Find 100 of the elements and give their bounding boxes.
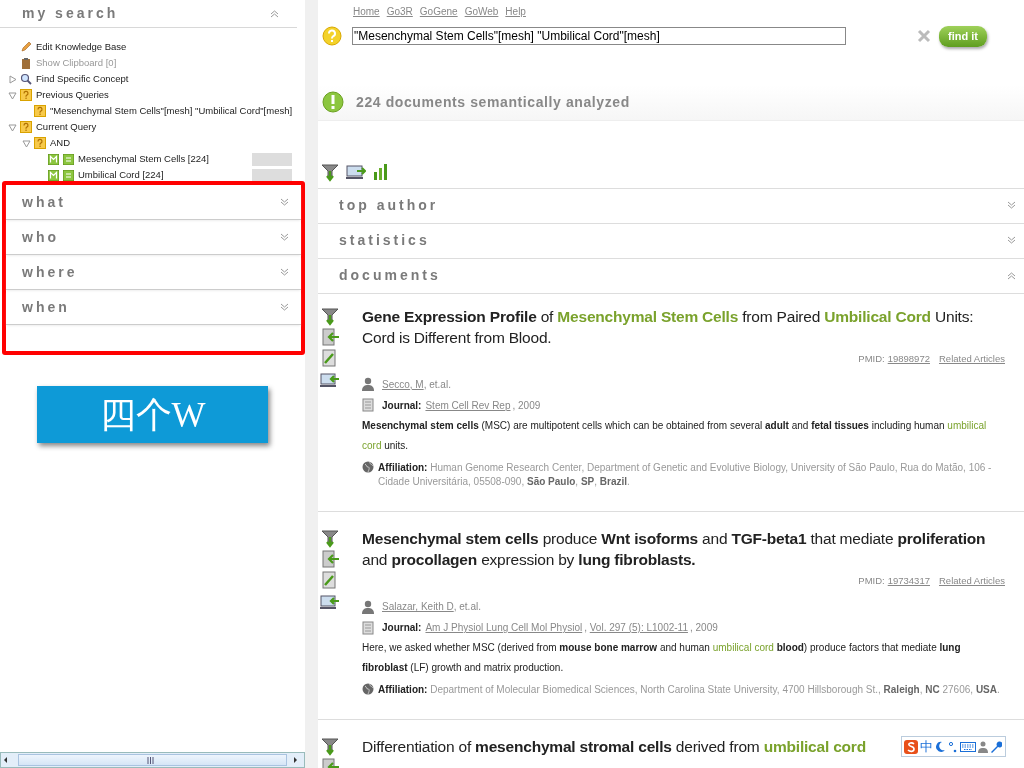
expand-icon[interactable] — [280, 267, 289, 277]
ime-toolbar[interactable]: 中 — [901, 736, 1006, 757]
person-icon — [362, 377, 374, 392]
nav-link[interactable]: GoWeb — [464, 4, 499, 19]
search-icon — [20, 73, 32, 85]
author-link[interactable]: Secco, M — [382, 378, 424, 390]
collapsed-icon[interactable] — [8, 74, 17, 84]
filter-icon[interactable] — [320, 527, 340, 548]
item-label: "Mesenchymal Stem Cells"[mesh] "Umbilical Cord"[mesh] — [50, 103, 293, 118]
concept-icon — [48, 169, 59, 181]
result-bar — [252, 152, 292, 166]
panel-header[interactable]: documents — [318, 258, 1024, 294]
expanded-icon[interactable] — [22, 138, 31, 148]
keyboard-icon[interactable] — [960, 740, 976, 753]
tree-item[interactable]: Previous Queries — [0, 87, 305, 103]
journal-link[interactable]: Stem Cell Rev Rep — [425, 399, 511, 411]
clipboard-icon[interactable] — [320, 326, 340, 347]
filter-icon[interactable] — [320, 305, 340, 326]
moon-icon[interactable] — [934, 740, 946, 753]
callout-label: 四个W — [37, 386, 268, 443]
search-field[interactable]: "Mesenchymal Stem Cells"[mesh] "Umbilical Cord"[mesh] — [352, 27, 846, 46]
nav-link[interactable]: Home — [353, 4, 380, 19]
tree-item[interactable]: Mesenchymal Stem Cells [224] — [0, 151, 305, 167]
nav-link[interactable]: Help — [505, 4, 526, 19]
author-suffix: , et.al. — [423, 378, 451, 390]
wrench-icon[interactable] — [990, 740, 1002, 753]
filter-icon[interactable] — [320, 736, 340, 756]
expanded-icon[interactable] — [8, 90, 17, 100]
pmid-label: PMID: — [858, 352, 885, 364]
question-icon — [34, 137, 46, 149]
section-title: when — [22, 297, 70, 317]
affiliation-text: Affiliation: Human Genome Research Center, Department of Genetic and Evolutive Biology, University of São Paulo, Rua do Matão, 106 - Cidade Universitária, 05508-090, São Paulo, SP, Brazil. — [378, 460, 993, 489]
document-icon — [362, 620, 374, 635]
section-header[interactable]: when — [6, 290, 301, 325]
document-title[interactable]: Gene Expression Profile of Mesenchymal Stem Cells from Paired Umbilical Cord Units: Cord is Different from Blood. — [362, 305, 1005, 348]
journal-label: Journal: — [382, 621, 422, 635]
panel-header[interactable]: top author — [318, 188, 1024, 224]
item-label: AND — [50, 135, 71, 150]
collapse-icon[interactable] — [1007, 271, 1016, 280]
section-title: who — [22, 227, 59, 247]
author-link[interactable]: Salazar, Keith D — [382, 601, 454, 612]
ime-logo-icon[interactable] — [904, 739, 918, 754]
journal-text: , — [584, 622, 588, 633]
section-title: where — [22, 262, 78, 282]
expanded-icon[interactable] — [8, 122, 17, 132]
nav-link[interactable]: Go3R — [386, 4, 413, 19]
journal-text: , 2009 — [689, 622, 718, 633]
scrollbar[interactable] — [0, 752, 305, 768]
tree-item[interactable]: Find Specific Concept — [0, 71, 305, 87]
status-text: 224 documents semantically analyzed — [356, 92, 630, 112]
globe-icon — [362, 460, 374, 473]
journal-link[interactable]: Vol. 297 (5): L1002-11 — [589, 622, 688, 633]
expand-icon[interactable] — [280, 302, 289, 312]
panel-header[interactable]: statistics — [318, 223, 1024, 259]
item-label: Mesenchymal Stem Cells [224] — [78, 151, 209, 166]
collapse-icon[interactable] — [270, 9, 279, 18]
tree-item[interactable]: Umbilical Cord [224] — [0, 167, 305, 181]
person-icon — [362, 599, 374, 614]
person-icon[interactable] — [978, 740, 988, 753]
globe-icon — [362, 683, 374, 695]
section-header[interactable]: who — [6, 220, 301, 255]
item-label: Current Query — [36, 119, 97, 134]
pmid-link[interactable]: 19898972 — [887, 352, 930, 364]
panel-title: statistics — [339, 231, 430, 250]
item-label: Edit Knowledge Base — [36, 39, 127, 54]
filter-icon[interactable] — [320, 161, 340, 182]
pmid-link[interactable]: 19734317 — [887, 574, 930, 586]
input-mode-label[interactable]: 中 — [920, 740, 933, 753]
affiliation-text: Affiliation: Department of Molecular Biomedical Sciences, North Carolina State University, 4700 Hillsborough St., Raleigh, NC 27606, USA. — [378, 683, 1000, 697]
info-icon — [322, 91, 344, 113]
nav-link[interactable]: GoGene — [419, 4, 458, 19]
clipboard-icon[interactable] — [320, 548, 340, 569]
result-bar — [252, 168, 292, 181]
pmid-label: PMID: — [858, 574, 885, 586]
find-button[interactable]: find it — [939, 26, 987, 47]
related-link[interactable]: Related Articles — [939, 352, 1005, 364]
journal-link[interactable]: Am J Physiol Lung Cell Mol Physiol — [425, 622, 583, 633]
tree-item[interactable]: Current Query — [0, 119, 305, 135]
concept-icon — [48, 153, 59, 165]
item-label: Find Specific Concept — [36, 71, 129, 86]
pencil-icon — [20, 41, 32, 53]
document-icon — [362, 398, 374, 413]
section-header[interactable]: where — [6, 255, 301, 290]
tree-item[interactable]: Edit Knowledge Base — [0, 39, 305, 55]
section-header[interactable]: what — [6, 185, 301, 220]
expand-icon[interactable] — [1007, 236, 1016, 245]
expand-icon[interactable] — [280, 197, 289, 207]
expand-icon[interactable] — [280, 232, 289, 242]
clear-icon[interactable] — [917, 29, 932, 44]
section-title: what — [22, 192, 66, 212]
expand-icon[interactable] — [1007, 201, 1016, 210]
tree-item[interactable]: AND — [0, 135, 305, 151]
related-link[interactable]: Related Articles — [939, 574, 1005, 586]
punctuation-icon[interactable] — [948, 740, 958, 753]
document-title[interactable]: Mesenchymal stem cells produce Wnt isoforms and TGF-beta1 that mediate proliferation and procollagen expression by lung fibroblasts. — [362, 527, 1005, 570]
document-title[interactable]: Differentiation of mesenchymal stromal cells derived from umbilical cord — [362, 736, 866, 757]
abstract-text: Here, we asked whether MSC (derived from mouse bone marrow and human umbilical cord blood) produce factors that mediate lung fibroblast (LF) growth and matrix production. — [362, 641, 962, 675]
help-icon[interactable] — [322, 26, 342, 47]
scroll-thumb[interactable] — [18, 754, 287, 766]
tree-item[interactable]: "Mesenchymal Stem Cells"[mesh] "Umbilical Cord"[mesh] — [0, 103, 305, 119]
